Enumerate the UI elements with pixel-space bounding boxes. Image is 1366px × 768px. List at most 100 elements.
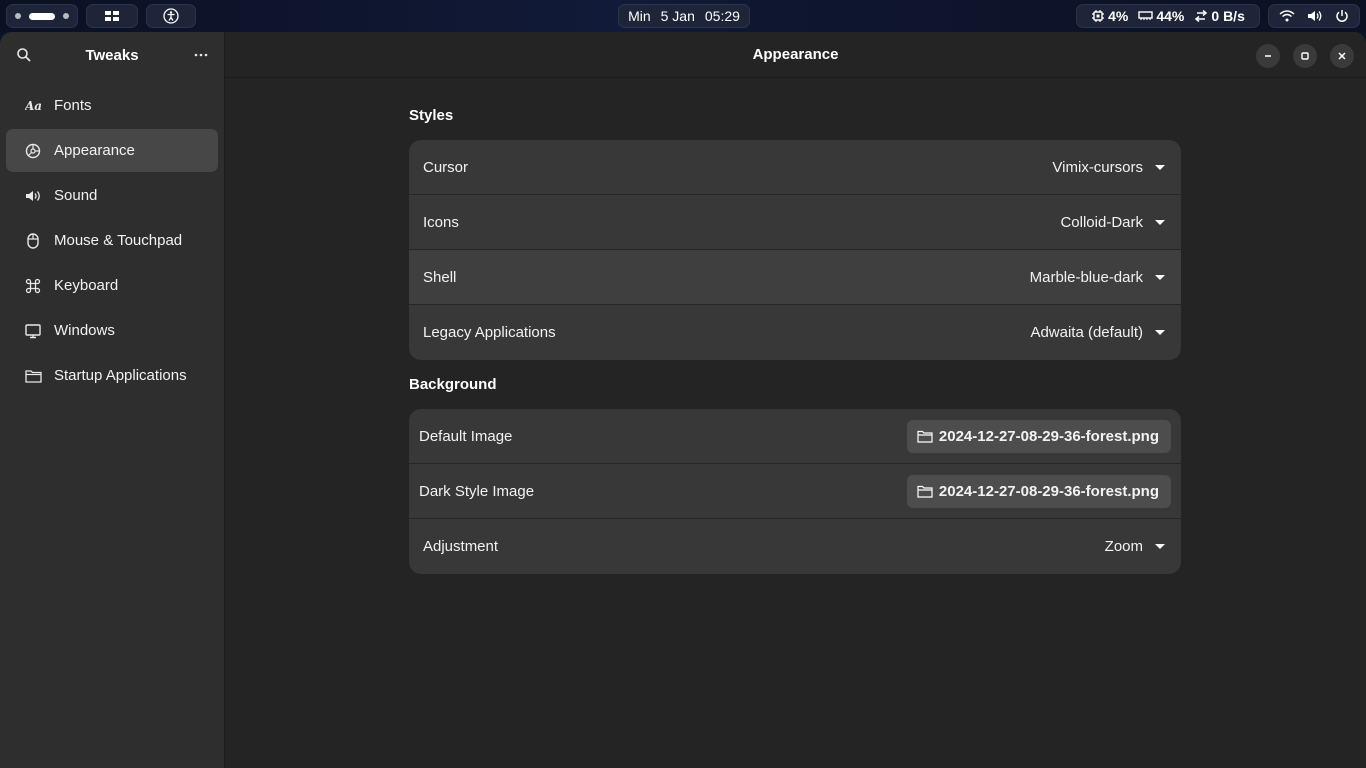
speaker-icon [24, 187, 42, 205]
sidebar-item-startup-applications[interactable]: Startup Applications [6, 354, 218, 397]
sidebar-header: Tweaks [0, 32, 224, 78]
memory-icon [1138, 11, 1154, 20]
wifi-icon [1279, 10, 1295, 22]
clock-day: Min [628, 8, 651, 24]
palette-icon [24, 142, 42, 160]
sidebar: Tweaks Aa Fonts Appearance Sound Mouse &… [0, 32, 225, 768]
content-header: Appearance [225, 32, 1366, 78]
dropdown-value: Zoom [1104, 538, 1143, 555]
clock-time: 05:29 [704, 8, 740, 24]
sidebar-item-fonts[interactable]: Aa Fonts [6, 84, 218, 127]
more-options-icon[interactable] [193, 47, 209, 63]
maximize-icon [1301, 52, 1309, 60]
background-heading: Background [409, 376, 497, 393]
default-image-row: Default Image 2024-12-27-08-29-36-forest… [409, 409, 1181, 464]
maximize-button[interactable] [1293, 44, 1317, 68]
network-indicator: 0 B/s [1194, 8, 1245, 24]
dropdown-value: Marble-blue-dark [1029, 268, 1143, 286]
row-label: Icons [423, 213, 459, 231]
close-button[interactable] [1330, 44, 1354, 68]
adjustment-row[interactable]: Adjustment Zoom [409, 519, 1181, 574]
folder-icon [24, 367, 42, 385]
workspace-active[interactable] [29, 12, 55, 20]
dropdown-arrow-icon [1155, 544, 1165, 549]
icons-row[interactable]: Icons Colloid-Dark [409, 195, 1181, 250]
sidebar-nav: Aa Fonts Appearance Sound Mouse & Touchp… [0, 78, 224, 405]
dark-style-image-row: Dark Style Image 2024-12-27-08-29-36-for… [409, 464, 1181, 519]
shell-dropdown[interactable]: Marble-blue-dark [1030, 269, 1167, 286]
clock-button[interactable]: Min 5 Jan 05:29 [618, 4, 750, 28]
row-label: Adjustment [423, 538, 499, 555]
cpu-indicator: 4% [1091, 8, 1128, 24]
workspace-indicator[interactable] [6, 4, 78, 28]
folder-icon [917, 430, 933, 443]
sidebar-item-mouse-touchpad[interactable]: Mouse & Touchpad [6, 219, 218, 262]
mouse-icon [24, 232, 42, 250]
sidebar-item-windows[interactable]: Windows [6, 309, 218, 352]
sidebar-item-label: Windows [54, 322, 115, 339]
shell-row[interactable]: Shell Marble-blue-dark [409, 250, 1181, 305]
cursor-row[interactable]: Cursor Vimix-cursors [409, 140, 1181, 195]
dropdown-value: Adwaita (default) [1030, 324, 1143, 341]
cursor-dropdown[interactable]: Vimix-cursors [1052, 159, 1167, 176]
sidebar-item-label: Mouse & Touchpad [54, 232, 183, 249]
system-menu-button[interactable] [1268, 4, 1360, 28]
adjustment-dropdown[interactable]: Zoom [1105, 538, 1167, 555]
icons-dropdown[interactable]: Colloid-Dark [1060, 214, 1167, 231]
workspace-dot[interactable] [63, 13, 69, 19]
tweaks-window: Tweaks Aa Fonts Appearance Sound Mouse &… [0, 32, 1366, 768]
accessibility-icon [163, 8, 179, 24]
sidebar-item-label: Startup Applications [54, 367, 187, 384]
sidebar-item-appearance[interactable]: Appearance [6, 129, 218, 172]
overview-button[interactable] [86, 4, 138, 28]
dropdown-value: Colloid-Dark [1060, 213, 1143, 231]
sidebar-item-keyboard[interactable]: Keyboard [6, 264, 218, 307]
sidebar-title: Tweaks [85, 46, 139, 64]
row-label: Default Image [419, 427, 513, 445]
page-title: Appearance [752, 46, 839, 63]
legacy-applications-row[interactable]: Legacy Applications Adwaita (default) [409, 305, 1181, 360]
system-monitor[interactable]: 4% 44% 0 B/s [1076, 4, 1260, 28]
workspace-dot[interactable] [15, 13, 21, 19]
dropdown-arrow-icon [1155, 330, 1165, 335]
close-icon [1338, 52, 1346, 60]
dark-style-image-chooser[interactable]: 2024-12-27-08-29-36-forest.png [906, 474, 1171, 508]
memory-value: 44% [1156, 8, 1185, 24]
sidebar-item-label: Sound [54, 187, 98, 204]
file-name: 2024-12-27-08-29-36-forest.png [938, 427, 1159, 445]
row-label: Dark Style Image [419, 482, 535, 500]
power-icon [1336, 10, 1348, 22]
accessibility-button[interactable] [146, 4, 196, 28]
styles-card: Cursor Vimix-cursors Icons Colloid-Dark … [409, 140, 1181, 360]
clock-date: 5 Jan [660, 8, 695, 24]
row-label: Legacy Applications [423, 324, 556, 341]
sidebar-item-label: Appearance [54, 142, 135, 159]
dropdown-arrow-icon [1155, 219, 1165, 225]
overview-icon [105, 11, 119, 21]
folder-icon [917, 485, 933, 498]
background-card: Default Image 2024-12-27-08-29-36-forest… [409, 409, 1181, 574]
dropdown-arrow-icon [1155, 164, 1165, 170]
font-icon: Aa [24, 97, 42, 115]
sidebar-item-label: Fonts [54, 97, 92, 114]
cpu-icon [1092, 10, 1105, 22]
content-pane: Appearance Styles Cursor Vimix-cursors I… [225, 32, 1366, 768]
minimize-button[interactable] [1256, 44, 1280, 68]
top-panel: Min 5 Jan 05:29 4% 44% 0 B/s [0, 0, 1366, 32]
sidebar-item-label: Keyboard [54, 277, 119, 294]
styles-heading: Styles [409, 107, 454, 124]
minimize-icon [1265, 55, 1271, 57]
row-label: Shell [423, 268, 457, 286]
legacy-applications-dropdown[interactable]: Adwaita (default) [1030, 324, 1167, 341]
search-icon[interactable] [16, 47, 32, 63]
dropdown-arrow-icon [1155, 274, 1165, 280]
volume-icon [1308, 11, 1322, 21]
svg-text:Aa: Aa [25, 99, 41, 113]
network-value: 0 B/s [1211, 8, 1245, 24]
network-transfer-icon [1195, 10, 1208, 22]
sidebar-item-sound[interactable]: Sound [6, 174, 218, 217]
row-label: Cursor [423, 158, 469, 176]
default-image-chooser[interactable]: 2024-12-27-08-29-36-forest.png [906, 419, 1171, 453]
cpu-value: 4% [1108, 8, 1129, 24]
monitor-icon [24, 322, 42, 340]
